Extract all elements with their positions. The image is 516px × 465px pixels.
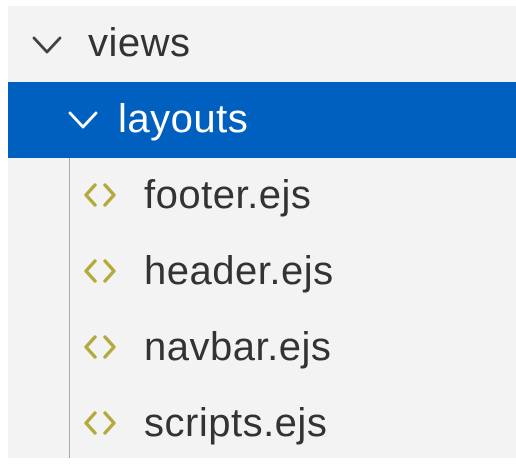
folder-label-views: views xyxy=(88,21,191,65)
chevron-down-icon xyxy=(32,36,62,54)
file-label-header: header.ejs xyxy=(144,249,334,293)
file-explorer: views layouts footer.ejs header.ejs navb… xyxy=(0,0,516,465)
code-angle-brackets-icon xyxy=(84,183,116,207)
code-angle-brackets-icon xyxy=(84,259,116,283)
chevron-down-icon xyxy=(68,111,98,129)
folder-row-views[interactable]: views xyxy=(8,6,516,82)
file-row-header[interactable]: header.ejs xyxy=(8,234,516,310)
file-label-footer: footer.ejs xyxy=(144,173,312,217)
file-label-navbar: navbar.ejs xyxy=(144,325,332,369)
explorer-tree: views layouts footer.ejs header.ejs navb… xyxy=(8,6,516,458)
folder-row-layouts[interactable]: layouts xyxy=(8,82,516,158)
file-row-scripts[interactable]: scripts.ejs xyxy=(8,386,516,462)
file-row-navbar[interactable]: navbar.ejs xyxy=(8,310,516,386)
folder-label-layouts: layouts xyxy=(118,97,249,141)
code-angle-brackets-icon xyxy=(84,335,116,359)
code-angle-brackets-icon xyxy=(84,411,116,435)
file-label-scripts: scripts.ejs xyxy=(144,401,328,445)
file-row-footer[interactable]: footer.ejs xyxy=(8,158,516,234)
